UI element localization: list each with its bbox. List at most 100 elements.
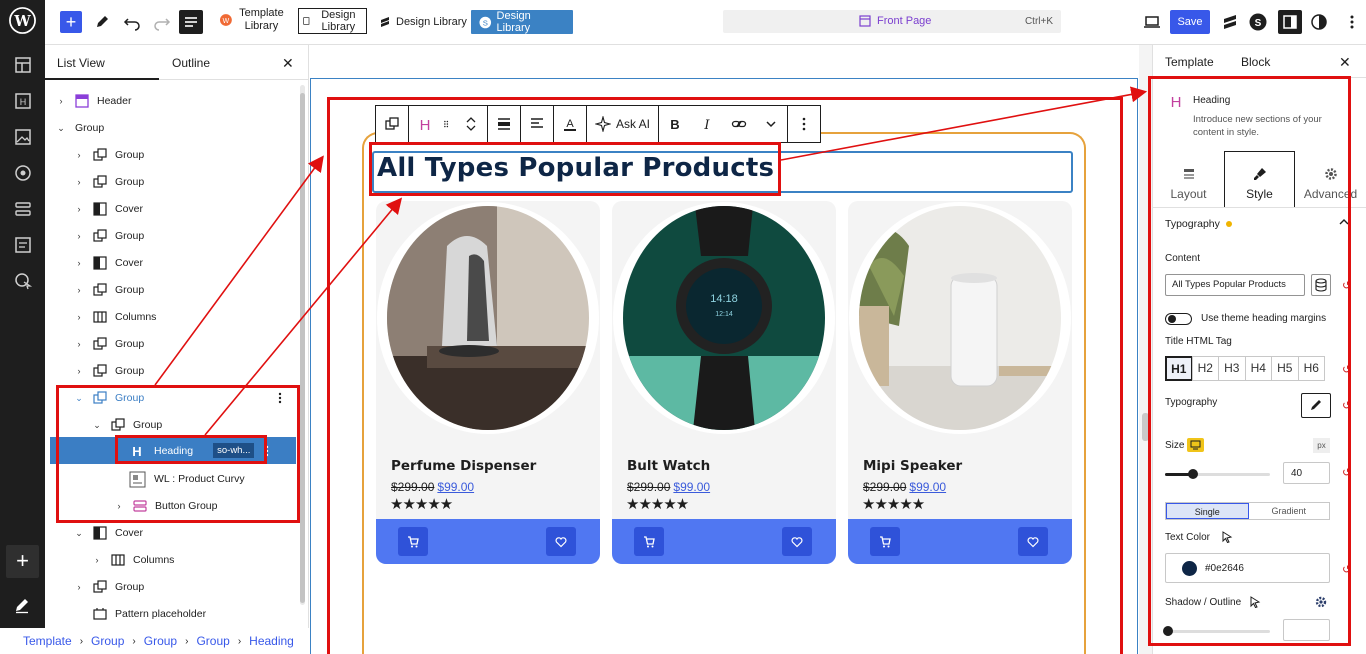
heading-level-h1[interactable]: H1 [1165,356,1193,381]
pen-icon[interactable] [13,596,31,614]
product-image-perfume-dispenser[interactable] [387,206,589,430]
sale-price[interactable]: $99.00 [673,480,710,494]
product-card[interactable]: Perfume Dispenser $299.00 $99.00 ★★★★★ [376,201,600,564]
breadcrumb-heading[interactable]: Heading [249,634,294,648]
block-align-icon[interactable] [496,116,512,132]
chevron-right-icon[interactable]: › [73,150,85,160]
slider-knob[interactable] [1163,626,1173,636]
wishlist-button[interactable] [782,527,812,556]
select-parent-icon[interactable] [384,116,400,132]
redo-icon[interactable] [152,12,172,32]
target-icon[interactable] [13,163,33,183]
chevron-right-icon[interactable]: › [73,258,85,268]
reset-icon[interactable]: ↺ [1342,466,1351,479]
text-color-icon[interactable]: A [562,116,578,132]
document-overview-button[interactable] [179,10,203,34]
spectra-settings-icon[interactable]: S [1248,12,1268,32]
dynamic-content-button[interactable] [1311,274,1331,296]
list-item-group[interactable]: › Group [73,574,144,600]
list-item-group-parent[interactable]: ⌄ Group [73,385,144,411]
breadcrumb-group[interactable]: Group [91,634,124,648]
chevron-right-icon[interactable]: › [73,366,85,376]
chevron-right-icon[interactable]: › [91,555,103,565]
reset-icon[interactable]: ↺ [1342,563,1351,576]
styles-contrast-icon[interactable] [1309,12,1329,32]
heading-level-h2[interactable]: H2 [1191,356,1219,381]
chevron-right-icon[interactable]: › [55,96,67,106]
gradient-option[interactable]: Gradient [1249,503,1330,519]
form-icon[interactable] [13,235,33,255]
reset-icon[interactable]: ↺ [1342,363,1351,376]
chevron-down-icon[interactable]: ⌄ [73,528,85,539]
cursor-target-icon[interactable] [13,271,33,291]
reset-icon[interactable]: ↺ [1342,399,1351,412]
list-item-button-group[interactable]: › Button Group [113,493,218,519]
product-card[interactable]: 14:18 12:14 Bult Watch $299.00 $99.00 ★★★… [612,201,836,564]
single-color-option[interactable]: Single [1166,503,1249,519]
text-color-picker[interactable]: #0e2646 [1165,553,1330,583]
template-library-button[interactable]: W Template Library [220,7,286,33]
more-options-icon[interactable] [264,445,270,457]
heading-level-h6[interactable]: H6 [1297,356,1325,381]
section-heading[interactable]: All Types Popular Products [377,153,774,183]
chevron-right-icon[interactable]: › [73,204,85,214]
more-vertical-icon[interactable] [796,116,812,132]
italic-icon[interactable]: I [699,116,715,132]
chevron-right-icon[interactable]: › [73,312,85,322]
list-item-cover[interactable]: › Cover [73,196,143,222]
list-item-group[interactable]: › Group [73,223,144,249]
wishlist-button[interactable] [1018,527,1048,556]
canvas-scrollbar[interactable] [1139,45,1152,654]
breadcrumb-group[interactable]: Group [144,634,177,648]
scroll-thumb[interactable] [1142,413,1149,441]
font-size-input[interactable]: 40 [1283,462,1330,484]
list-item-pattern-placeholder[interactable]: Pattern placeholder [73,601,206,627]
list-item-heading-selected[interactable]: H Heading so-wh... [50,437,296,464]
content-field[interactable]: All Types Popular Products [1165,274,1305,296]
add-to-cart-button[interactable] [870,527,900,556]
product-image-bult-watch[interactable]: 14:18 12:14 [623,206,825,430]
tab-style[interactable]: Style [1224,151,1295,207]
wishlist-button[interactable] [546,527,576,556]
add-to-cart-button[interactable] [634,527,664,556]
list-item-group[interactable]: ⌄ Group [91,412,162,438]
font-size-slider[interactable] [1165,469,1270,479]
stackable-settings-icon[interactable] [1220,12,1240,32]
sale-price[interactable]: $99.00 [437,480,474,494]
preview-device-icon[interactable] [1142,12,1162,32]
list-item-group[interactable]: › Group [73,142,144,168]
list-item-cover[interactable]: ⌄ Cover [73,520,143,546]
chevron-down-icon[interactable]: ⌄ [91,420,103,431]
tab-outline[interactable]: Outline [172,56,210,70]
chevron-down-icon[interactable] [763,116,779,132]
shadow-input[interactable] [1283,619,1330,641]
bold-icon[interactable]: B [667,116,683,132]
list-view-scrollbar[interactable] [300,85,305,605]
gear-icon[interactable] [1315,596,1327,608]
add-new-icon[interactable]: + [6,545,39,578]
save-button[interactable]: Save [1170,10,1210,34]
more-options-icon[interactable] [277,392,283,404]
chevron-down-icon[interactable]: ⌄ [55,123,67,134]
list-item-group[interactable]: › Group [73,358,144,384]
theme-margins-toggle[interactable] [1165,313,1192,325]
heading-block-type-icon[interactable]: H [417,116,433,132]
list-item-group[interactable]: › Group [73,277,144,303]
link-icon[interactable] [731,116,747,132]
command-palette-search[interactable]: Front Page Ctrl+K [723,10,1061,33]
block-inserter-button[interactable]: + [60,11,82,33]
heading-block-icon[interactable]: H [13,91,33,111]
tab-list-view[interactable]: List View [57,56,105,70]
tab-layout[interactable]: Layout [1153,151,1224,207]
tools-pen-icon[interactable] [92,12,112,32]
product-image-mipi-speaker[interactable] [859,206,1061,430]
typography-section-header[interactable]: Typography [1165,218,1232,230]
settings-panel-toggle[interactable] [1278,10,1302,34]
heading-level-h5[interactable]: H5 [1271,356,1299,381]
tab-template[interactable]: Template [1165,55,1214,69]
chevron-right-icon[interactable]: › [73,285,85,295]
product-name[interactable]: Bult Watch [627,458,710,474]
reset-icon[interactable]: ↺ [1342,279,1351,292]
list-item-columns[interactable]: › Columns [91,547,175,573]
chevron-right-icon[interactable]: › [113,501,125,511]
